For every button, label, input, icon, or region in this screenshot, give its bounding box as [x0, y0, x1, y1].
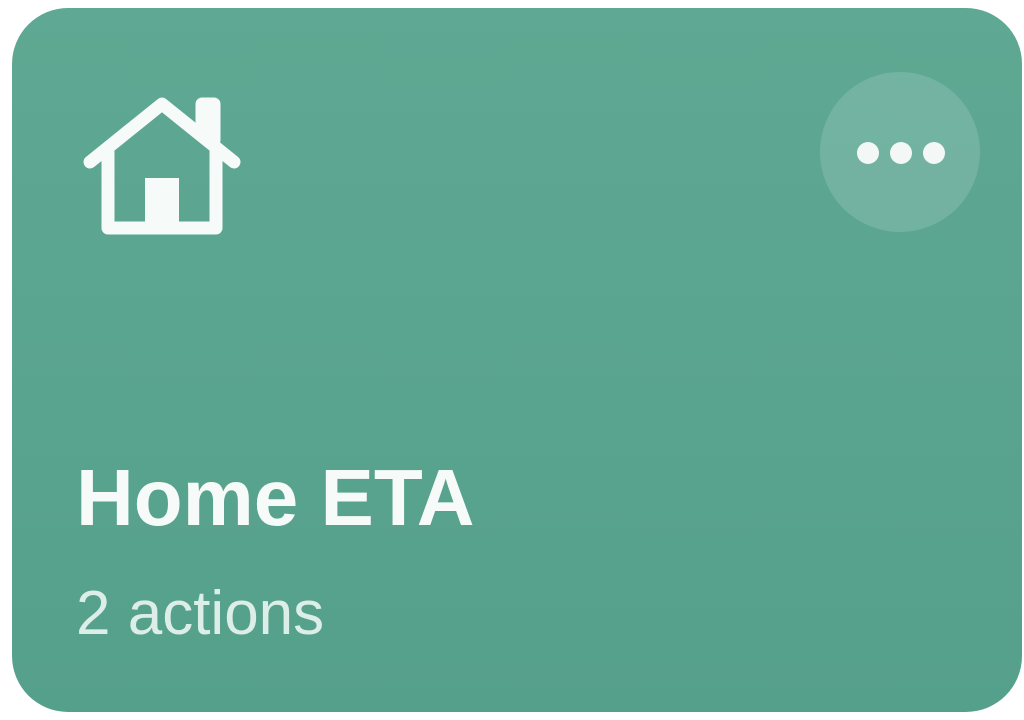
- ellipsis-icon-dot: [923, 142, 945, 164]
- ellipsis-icon: [857, 142, 879, 164]
- shortcut-card[interactable]: Home ETA 2 actions: [12, 8, 1022, 712]
- shortcut-title: Home ETA: [76, 453, 475, 542]
- house-icon: [82, 90, 242, 240]
- ellipsis-icon-dot: [890, 142, 912, 164]
- shortcut-action-count: 2 actions: [76, 579, 325, 648]
- more-options-button[interactable]: [820, 72, 980, 232]
